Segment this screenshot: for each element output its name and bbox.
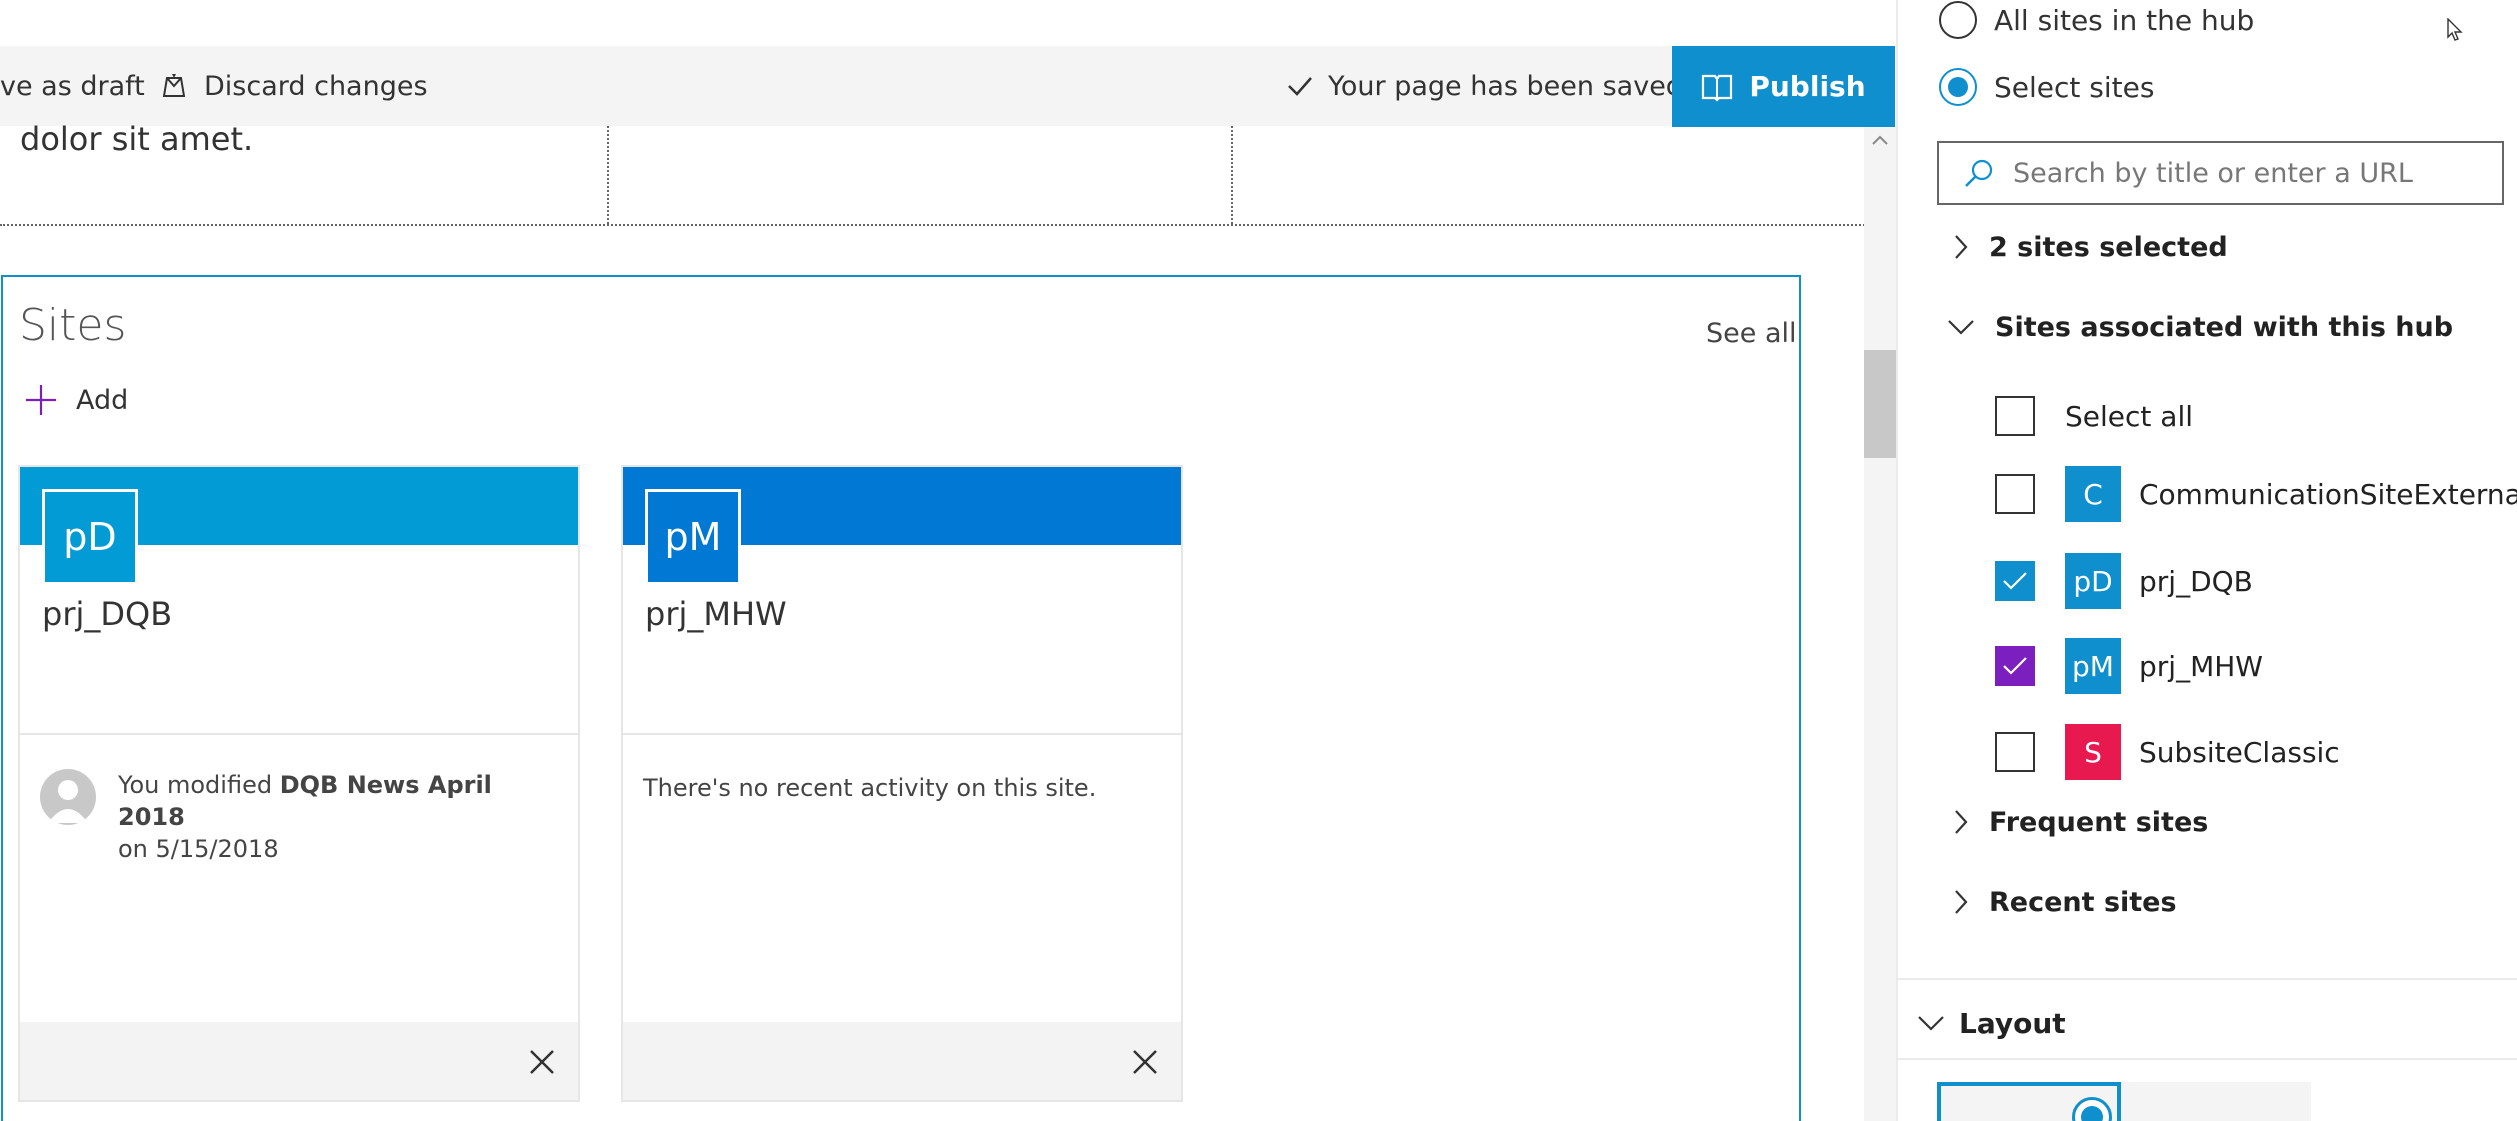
site-option-row[interactable]: pM prj_MHW	[1995, 638, 2263, 694]
pane-divider	[1898, 978, 2517, 980]
site-tile: S	[2065, 724, 2121, 780]
site-activity: You modified DQB News April 2018 on 5/15…	[118, 769, 558, 865]
close-icon[interactable]	[1131, 1048, 1159, 1076]
radio-button[interactable]	[1939, 68, 1977, 106]
radio-all-sites[interactable]: All sites in the hub	[1939, 0, 2254, 40]
section-divider	[0, 224, 1865, 226]
site-tile: pD	[2065, 553, 2121, 609]
discard-icon	[162, 74, 186, 97]
layout-option[interactable]	[2121, 1082, 2311, 1121]
mouse-cursor-icon	[2447, 18, 2463, 41]
publish-button[interactable]: Publish	[1672, 46, 1895, 127]
card-divider	[623, 733, 1181, 735]
pane-divider	[1898, 1058, 2517, 1060]
text-webpart-content[interactable]: dolor sit amet.	[20, 120, 253, 158]
save-as-draft-button[interactable]: ve as draft	[0, 46, 145, 126]
radio-select-sites[interactable]: Select sites	[1939, 67, 2154, 107]
column-divider	[607, 126, 609, 224]
group-sites-selected[interactable]: 2 sites selected	[1953, 227, 2228, 267]
site-checkbox[interactable]	[1995, 474, 2035, 514]
checkmark-icon	[2003, 657, 2027, 675]
card-footer	[623, 1022, 1181, 1100]
save-status: Your page has been saved	[1286, 46, 1683, 126]
select-all-label: Select all	[2065, 399, 2193, 433]
activity-prefix: You modified	[118, 771, 280, 799]
scroll-up-icon[interactable]	[1871, 133, 1889, 147]
discard-changes-label: Discard changes	[204, 70, 428, 102]
see-all-link[interactable]: See all	[1706, 318, 1797, 349]
activity-date: on 5/15/2018	[118, 835, 279, 863]
group-hub-sites[interactable]: Sites associated with this hub	[1947, 307, 2453, 347]
radio-label: All sites in the hub	[1994, 3, 2255, 37]
site-option-label: prj_DQB	[2139, 564, 2253, 598]
select-all-checkbox[interactable]	[1995, 396, 2035, 436]
site-search-box[interactable]	[1937, 141, 2504, 205]
group-label: Recent sites	[1989, 886, 2177, 918]
site-option-row[interactable]: pD prj_DQB	[1995, 553, 2253, 609]
site-option-label: SubsiteClassic	[2139, 735, 2340, 769]
select-all-row[interactable]: Select all	[1995, 389, 2193, 443]
card-footer	[20, 1022, 578, 1100]
plus-icon	[26, 385, 56, 415]
radio-label: Select sites	[1994, 70, 2155, 104]
site-name[interactable]: prj_DQB	[42, 595, 172, 633]
add-label: Add	[76, 384, 129, 416]
site-checkbox[interactable]	[1995, 561, 2035, 601]
canvas-scrollbar[interactable]	[1864, 127, 1896, 1121]
group-recent-sites[interactable]: Recent sites	[1953, 882, 2177, 922]
site-card[interactable]: pD prj_DQB You modified DQB News April 2…	[18, 465, 580, 1102]
site-checkbox[interactable]	[1995, 732, 2035, 772]
layout-section-header[interactable]: Layout	[1917, 1003, 2066, 1043]
close-icon[interactable]	[528, 1048, 556, 1076]
scrollbar-thumb[interactable]	[1864, 350, 1896, 458]
webpart-title[interactable]: Sites	[19, 300, 126, 351]
radio-button[interactable]	[1939, 1, 1977, 39]
book-icon	[1702, 74, 1733, 102]
site-logo: pD	[42, 489, 138, 585]
person-icon	[48, 780, 88, 823]
chevron-down-icon	[1948, 320, 1974, 335]
chevron-right-icon	[1955, 810, 1968, 834]
page-root: ve as draft Discard changes Your page ha…	[0, 0, 2517, 1121]
column-divider	[1231, 126, 1233, 224]
save-status-text: Your page has been saved	[1328, 70, 1683, 102]
group-label: Sites associated with this hub	[1995, 311, 2454, 343]
site-checkbox[interactable]	[1995, 646, 2035, 686]
checkmark-icon	[2003, 572, 2027, 590]
card-divider	[20, 733, 578, 735]
site-name[interactable]: prj_MHW	[645, 595, 787, 633]
site-logo: pM	[645, 489, 741, 585]
search-input[interactable]	[2013, 157, 2473, 189]
chevron-right-icon	[1955, 890, 1968, 914]
discard-changes-button[interactable]: Discard changes	[158, 46, 428, 126]
site-card[interactable]: pM prj_MHW There's no recent activity on…	[621, 465, 1183, 1102]
site-tile: C	[2065, 466, 2121, 522]
checkmark-icon	[1288, 77, 1312, 96]
site-option-label: prj_MHW	[2139, 649, 2263, 683]
group-frequent-sites[interactable]: Frequent sites	[1953, 802, 2208, 842]
save-as-draft-label: ve as draft	[0, 70, 145, 102]
site-option-row[interactable]: S SubsiteClassic	[1995, 724, 2340, 780]
site-activity: There's no recent activity on this site.	[643, 774, 1097, 802]
publish-label: Publish	[1749, 70, 1866, 103]
group-label: 2 sites selected	[1989, 231, 2228, 263]
group-label: Frequent sites	[1989, 806, 2209, 838]
add-site-button[interactable]: Add	[24, 382, 128, 418]
command-bar: ve as draft Discard changes Your page ha…	[0, 46, 1895, 126]
search-icon	[1965, 159, 1993, 187]
site-tile: pM	[2065, 638, 2121, 694]
site-option-row[interactable]: C CommunicationSiteExternal	[1995, 466, 2517, 522]
avatar	[40, 769, 96, 825]
layout-section-label: Layout	[1959, 1006, 2066, 1040]
chevron-down-icon	[1918, 1016, 1944, 1031]
chevron-right-icon	[1955, 235, 1968, 259]
site-option-label: CommunicationSiteExternal	[2139, 477, 2517, 511]
